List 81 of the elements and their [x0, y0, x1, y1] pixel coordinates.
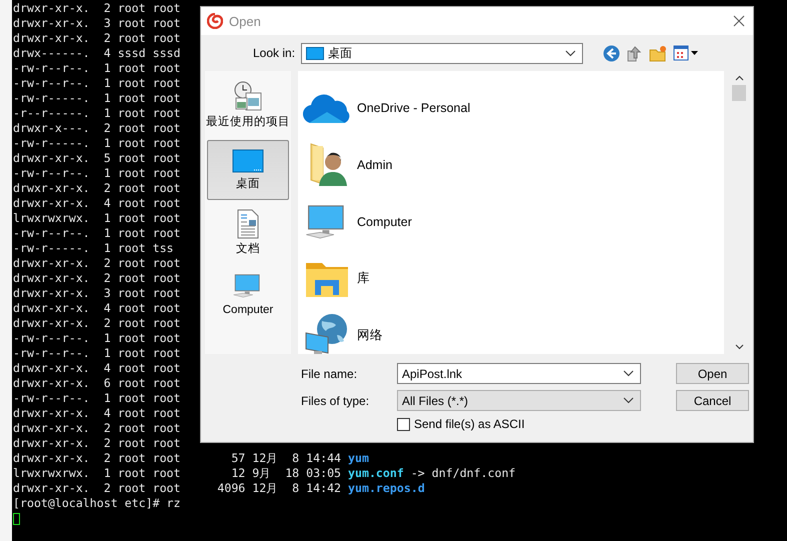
permission-text: drwxr-xr-x. 2 root root	[13, 256, 181, 271]
places-bar-item[interactable]: 桌面	[207, 140, 289, 200]
permission-text: -rw-r--r--. 1 root root	[13, 76, 181, 91]
link-target-text: -> dnf/dnf.conf	[410, 466, 516, 481]
shell-prompt: [root@localhost etc]# rz	[13, 496, 181, 511]
permission-text: drwxr-xr-x. 2 root root	[13, 1, 181, 16]
recent-icon	[232, 80, 264, 112]
permission-text: -rw-r--r--. 1 root root	[13, 166, 181, 181]
dropdown-caret-icon[interactable]	[623, 397, 634, 404]
dialog-title: Open	[229, 14, 262, 28]
file-type-label: Files of type:	[301, 394, 370, 408]
permission-text: drwxr-xr-x. 2 root root	[13, 316, 181, 331]
permission-text: drwxr-xr-x. 4 root root	[13, 406, 181, 421]
dropdown-caret-icon[interactable]	[565, 50, 576, 56]
back-icon[interactable]	[603, 44, 620, 62]
permission-text: -rw-r-----. 1 root root	[13, 136, 181, 151]
permission-text: drwxr-xr-x. 2 root root	[13, 421, 181, 436]
permission-text: drwx------. 4 sssd sssd	[13, 46, 181, 61]
file-list-item[interactable]: Admin	[357, 158, 392, 172]
file-name-field[interactable]: ApiPost.lnk	[397, 363, 641, 384]
look-in-label: Look in:	[253, 46, 296, 60]
file-name-text: yum	[348, 451, 369, 466]
scroll-down-icon[interactable]	[734, 344, 744, 350]
permission-text: drwxr-xr-x. 2 root root	[13, 451, 181, 466]
dropdown-caret-icon[interactable]	[623, 370, 634, 377]
desktop-icon	[232, 148, 264, 174]
file-list-item[interactable]: 库	[357, 270, 370, 287]
places-bar-item[interactable]: 文档	[207, 206, 289, 261]
checkbox-label: Send file(s) as ASCII	[414, 417, 525, 431]
place-label: 文档	[236, 242, 260, 256]
file-name-label: File name:	[301, 366, 358, 380]
places-bar-item[interactable]: Computer	[207, 267, 289, 321]
desktop-icon	[306, 46, 324, 60]
file-type-dropdown[interactable]: All Files (*.*)	[397, 390, 641, 411]
view-menu-icon[interactable]	[673, 45, 700, 61]
permission-text: drwxr-xr-x. 4 root root	[13, 361, 181, 376]
permission-text: drwxr-xr-x. 6 root root	[13, 376, 181, 391]
file-info-text: 57 12月 8 14:44	[230, 451, 342, 466]
permission-text: drwxr-xr-x. 3 root root	[13, 286, 181, 301]
permission-text: -rw-r--r--. 1 root root	[13, 346, 181, 361]
file-list-item[interactable]: 网络	[357, 327, 383, 344]
permission-text: drwxr-xr-x. 2 root root	[13, 481, 181, 496]
permission-text: drwxr-xr-x. 2 root root	[13, 31, 181, 46]
look-in-dropdown[interactable]: 桌面	[301, 42, 584, 64]
permission-text: drwxr-xr-x. 4 root root	[13, 196, 181, 211]
file-info-text: 4096 12月 8 14:42	[216, 481, 342, 496]
permission-text: -rw-r--r--. 1 root root	[13, 61, 181, 76]
place-label: 桌面	[236, 176, 260, 190]
scrollbar-thumb[interactable]	[732, 85, 746, 101]
cursor	[13, 513, 20, 525]
places-bar-item[interactable]: 最近使用的项目	[207, 77, 289, 134]
cancel-button[interactable]: Cancel	[676, 390, 749, 411]
scroll-up-icon[interactable]	[734, 75, 744, 81]
file-list-item[interactable]: Computer	[357, 214, 412, 228]
permission-text: drwxr-xr-x. 2 root root	[13, 436, 181, 451]
permission-text: drwxr-xr-x. 4 root root	[13, 301, 181, 316]
file-info-text: 12 9月 18 03:05	[230, 466, 342, 481]
file-list-item[interactable]: OneDrive - Personal	[357, 100, 470, 114]
close-icon[interactable]	[733, 15, 745, 27]
permission-text: lrwxrwxrwx. 1 root root	[13, 466, 181, 481]
permission-text: drwxr-xr-x. 3 root root	[13, 16, 181, 31]
permission-text: drwxr-x---. 2 root root	[13, 121, 181, 136]
permission-text: drwxr-xr-x. 2 root root	[13, 271, 181, 286]
app-logo-icon	[207, 13, 223, 29]
file-name-text: yum.conf	[348, 466, 404, 481]
permission-text: -rw-r-----. 1 root root	[13, 91, 181, 106]
documents-icon	[237, 209, 259, 239]
permission-text: lrwxrwxrwx. 1 root root	[13, 211, 181, 226]
permission-text: -rw-r--r--. 1 root root	[13, 331, 181, 346]
permission-text: -rw-r-----. 1 root tss	[13, 241, 175, 256]
file-name-text: yum.repos.d	[348, 481, 425, 496]
permission-text: -rw-r--r--. 1 root root	[13, 226, 181, 241]
open-button[interactable]: Open	[676, 363, 749, 384]
permission-text: -r--r-----. 1 root root	[13, 106, 181, 121]
permission-text: -rw-r--r--. 1 root root	[13, 391, 181, 406]
up-folder-icon[interactable]	[626, 44, 644, 62]
place-label: Computer	[222, 304, 274, 316]
place-label: 最近使用的项目	[206, 114, 290, 129]
checkbox[interactable]	[397, 418, 410, 430]
permission-text: drwxr-xr-x. 5 root root	[13, 151, 181, 166]
permission-text: drwxr-xr-x. 2 root root	[13, 181, 181, 196]
